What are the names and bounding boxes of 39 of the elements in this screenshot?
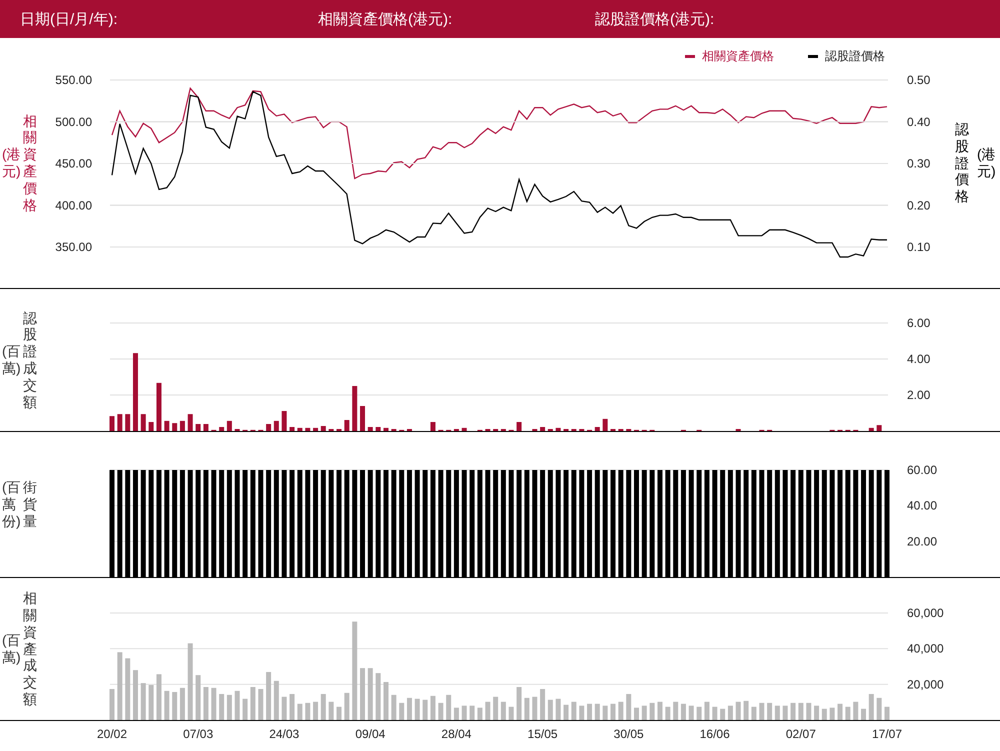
axis-title: 認股證價格 (955, 121, 969, 205)
axis-tick-label: 0.20 (907, 198, 930, 212)
axis-tick-label: 40.00 (907, 498, 938, 513)
date-label: 17/07 (872, 727, 902, 741)
date-label: 20/02 (96, 727, 128, 741)
axis-tick-label: 350.00 (55, 240, 92, 254)
axis-tick-label: 4.00 (907, 352, 930, 366)
legend-label: 相關資產價格 (702, 49, 774, 63)
date-label: 02/07 (786, 727, 816, 741)
field-label: 相關資產價格(港元): (318, 10, 454, 28)
axis-title: 相關資產價格 (23, 112, 37, 214)
axis-tick-label: 60,000 (907, 606, 944, 620)
axis-tick-label: 0.50 (907, 73, 930, 87)
axis-tick-label: 400.00 (55, 198, 92, 212)
axis-tick-label: 0.10 (907, 240, 930, 254)
date-label: 07/03 (183, 727, 214, 741)
axis-tick-label: 20,000 (907, 677, 944, 692)
field-label: 日期(日/月/年): (20, 10, 118, 28)
axis-tick-label: 0.30 (907, 156, 930, 170)
axis-tick-label: 40,000 (907, 642, 944, 656)
date-label: 16/06 (700, 727, 730, 741)
field-label: 認股證價格(港元): (595, 10, 714, 28)
axis-tick-label: 60.00 (907, 463, 938, 477)
axis-tick-label: 6.00 (907, 316, 930, 330)
axis-tick-label: 450.00 (55, 156, 92, 170)
axis-title: 街貨量 (23, 479, 37, 530)
axis-tick-label: 0.40 (907, 114, 930, 129)
axis-tick-label: 20.00 (907, 534, 938, 548)
legend-label: 認股證價格 (825, 49, 885, 63)
date-label: 28/04 (441, 727, 472, 741)
axis-title: 認股證成交額 (23, 310, 37, 410)
date-label: 30/05 (614, 727, 644, 741)
axis-title: 相關資產成交額 (23, 590, 37, 708)
axis-tick-label: 550.00 (55, 73, 92, 87)
date-label: 15/05 (528, 727, 558, 741)
axis-tick-label: 500.00 (55, 114, 92, 129)
date-label: 09/04 (355, 727, 386, 741)
date-label: 24/03 (269, 727, 300, 741)
axis-tick-label: 2.00 (907, 388, 930, 402)
